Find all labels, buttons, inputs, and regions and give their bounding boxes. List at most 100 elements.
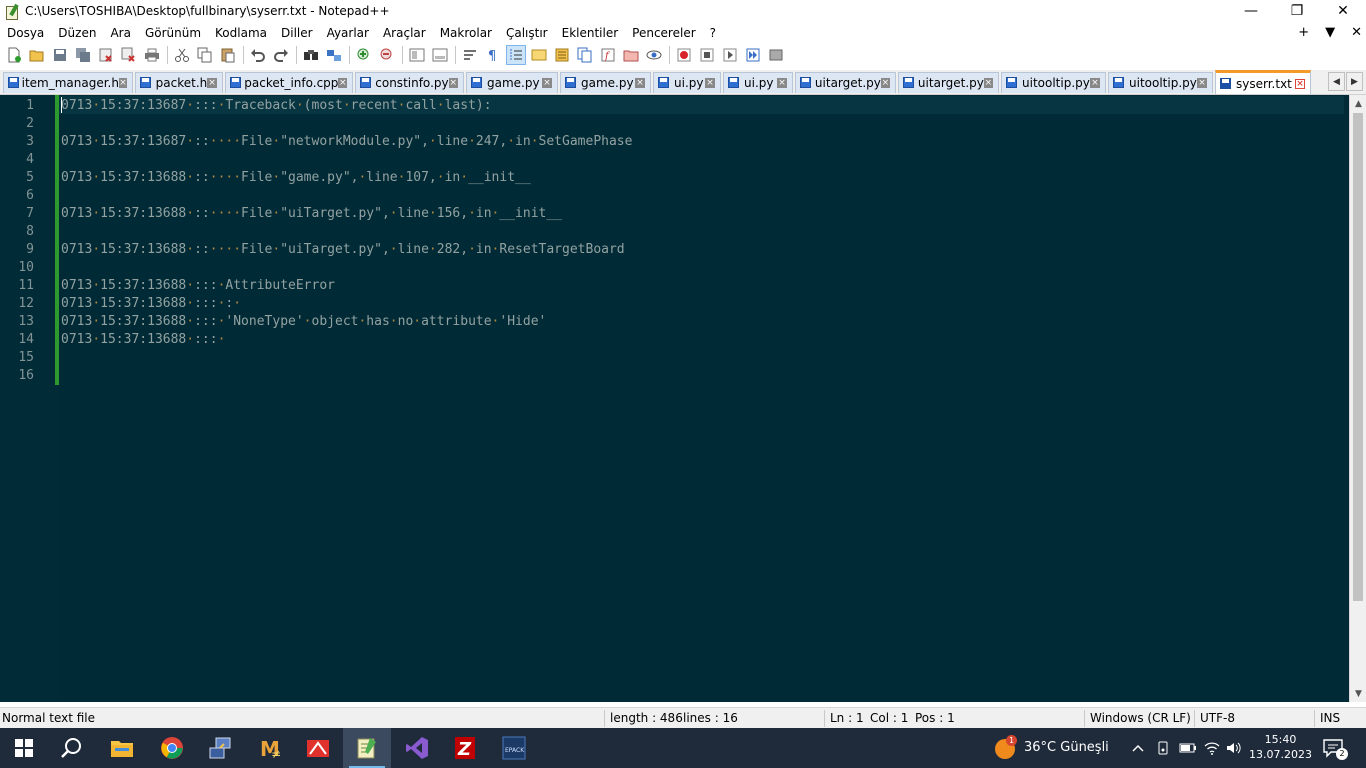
monitor-icon[interactable]: [644, 45, 664, 65]
sync-v-icon[interactable]: [407, 45, 427, 65]
function-list-icon[interactable]: f: [598, 45, 618, 65]
menu-kodlama[interactable]: Kodlama: [208, 26, 274, 40]
system-clock[interactable]: 15:40 13.07.2023: [1249, 732, 1312, 762]
save-icon[interactable]: [50, 45, 70, 65]
show-all-chars-icon[interactable]: ¶: [483, 45, 503, 65]
tab-close-icon[interactable]: ×: [1090, 78, 1100, 88]
folder-workspace-icon[interactable]: [621, 45, 641, 65]
paste-icon[interactable]: [218, 45, 238, 65]
stop-macro-icon[interactable]: [697, 45, 717, 65]
editor-line[interactable]: 5 0713·15:37:13688·::····File·"game.py",·…: [0, 168, 1340, 186]
battery-icon[interactable]: [1179, 741, 1197, 758]
editor-line[interactable]: 13 0713·15:37:13688·:::·'NoneType'·object…: [0, 312, 1340, 330]
menu-eklentiler[interactable]: Eklentiler: [555, 26, 626, 40]
menu-ayarlar[interactable]: Ayarlar: [320, 26, 376, 40]
sync-h-icon[interactable]: [430, 45, 450, 65]
chrome-icon[interactable]: [148, 728, 196, 768]
filezilla-icon[interactable]: Z: [441, 728, 489, 768]
print-icon[interactable]: [142, 45, 162, 65]
menu-duzen[interactable]: Düzen: [51, 26, 103, 40]
file-explorer-icon[interactable]: [98, 728, 146, 768]
editor-line[interactable]: 14 0713·15:37:13688·:::·: [0, 330, 1340, 348]
tab-constinfo-py[interactable]: constinfo.py ×: [355, 72, 464, 93]
menu-ara[interactable]: Ara: [103, 26, 138, 40]
tab-close-icon[interactable]: ×: [542, 78, 552, 88]
tab-scroll-left-button[interactable]: ◀: [1328, 72, 1345, 91]
tab-game-py[interactable]: game.py ×: [466, 72, 558, 93]
close-doc-button[interactable]: ✕: [1351, 25, 1362, 40]
tab-close-icon[interactable]: ×: [777, 78, 787, 88]
tab-close-icon[interactable]: ×: [705, 78, 715, 88]
tab-close-icon[interactable]: ×: [448, 78, 458, 88]
weather-icon[interactable]: 1: [994, 735, 1017, 760]
device-icon[interactable]: [1156, 741, 1170, 758]
editor-line[interactable]: 11 0713·15:37:13688·:::·AttributeError: [0, 276, 1340, 294]
menu-gorunum[interactable]: Görünüm: [138, 26, 208, 40]
tab-close-icon[interactable]: ×: [635, 78, 645, 88]
minimize-button[interactable]: —: [1228, 0, 1274, 22]
editor-line[interactable]: 2: [0, 114, 1340, 132]
tab-uitarget-py[interactable]: uitarget.py ×: [795, 72, 896, 93]
windows-start-icon[interactable]: [0, 728, 48, 768]
restore-button[interactable]: ❐: [1274, 0, 1320, 22]
tab-close-icon[interactable]: ×: [1197, 78, 1207, 88]
visual-studio-icon[interactable]: [393, 728, 441, 768]
open-file-icon[interactable]: [27, 45, 47, 65]
winrar-icon[interactable]: M ≠: [246, 728, 294, 768]
zoom-out-icon[interactable]: [377, 45, 397, 65]
save-macro-icon[interactable]: [766, 45, 786, 65]
menu-dosya[interactable]: Dosya: [0, 26, 51, 40]
tab-uitooltip-py[interactable]: uitooltip.py ×: [1108, 72, 1213, 93]
red-app-icon[interactable]: [294, 728, 342, 768]
scroll-down-arrow[interactable]: ▼: [1350, 685, 1366, 702]
editor-line[interactable]: 16: [0, 366, 1340, 384]
close-all-icon[interactable]: [119, 45, 139, 65]
menu-diller[interactable]: Diller: [274, 26, 320, 40]
tab-close-icon[interactable]: ×: [1295, 78, 1305, 89]
scroll-up-arrow[interactable]: ▲: [1350, 95, 1366, 112]
editor-line[interactable]: 7 0713·15:37:13688·::····File·"uiTarget.p…: [0, 204, 1340, 222]
editor-line[interactable]: 9 0713·15:37:13688·::····File·"uiTarget.p…: [0, 240, 1340, 258]
play-macro-icon[interactable]: [720, 45, 740, 65]
new-tab-button[interactable]: +: [1298, 25, 1309, 40]
notepadpp-icon[interactable]: [343, 728, 391, 768]
status-insert-mode[interactable]: INS: [1320, 711, 1340, 725]
wifi-icon[interactable]: [1204, 740, 1220, 759]
chevron-up-icon[interactable]: [1131, 741, 1145, 758]
cut-icon[interactable]: [172, 45, 192, 65]
status-encoding[interactable]: UTF-8: [1200, 711, 1235, 725]
tab-game-py[interactable]: game.py ×: [560, 72, 651, 93]
new-file-icon[interactable]: [4, 45, 24, 65]
editor-line[interactable]: 15: [0, 348, 1340, 366]
doc-map-icon[interactable]: [552, 45, 572, 65]
tab-packet-h[interactable]: packet.h ×: [135, 72, 223, 93]
save-all-icon[interactable]: [73, 45, 93, 65]
menu-makrolar[interactable]: Makrolar: [433, 26, 499, 40]
editor-line[interactable]: 3 0713·15:37:13687·::····File·"networkMod…: [0, 132, 1340, 150]
copy-icon[interactable]: [195, 45, 215, 65]
tab-close-icon[interactable]: ×: [880, 78, 890, 88]
doc-list-icon[interactable]: [575, 45, 595, 65]
network-tool-icon[interactable]: [196, 728, 244, 768]
record-macro-icon[interactable]: [674, 45, 694, 65]
tab-ui-py[interactable]: ui.py ×: [723, 72, 793, 93]
tab-packet-info-cpp[interactable]: packet_info.cpp ×: [225, 72, 353, 93]
find-icon[interactable]: [301, 45, 321, 65]
close-window-button[interactable]: ✕: [1320, 0, 1366, 22]
udl-icon[interactable]: [529, 45, 549, 65]
zoom-in-icon[interactable]: [354, 45, 374, 65]
indent-guide-icon[interactable]: [506, 45, 526, 65]
undo-icon[interactable]: [248, 45, 268, 65]
menu-araclar[interactable]: Araçlar: [376, 26, 433, 40]
run-macro-multiple-icon[interactable]: [743, 45, 763, 65]
editor-line[interactable]: 8: [0, 222, 1340, 240]
replace-icon[interactable]: [324, 45, 344, 65]
tab-ui-py[interactable]: ui.py ×: [653, 72, 721, 93]
menu-calistir[interactable]: Çalıştır: [499, 26, 555, 40]
tab-syserr-txt[interactable]: syserr.txt ×: [1215, 70, 1311, 94]
weather-text[interactable]: 36°C Güneşli: [1024, 740, 1109, 755]
menu-pencereler[interactable]: Pencereler: [625, 26, 702, 40]
scroll-thumb[interactable]: [1353, 113, 1363, 601]
editor-area[interactable]: 1 0713·15:37:13687·:::·Traceback·(most·re…: [0, 95, 1366, 702]
tab-close-icon[interactable]: ×: [207, 78, 217, 88]
